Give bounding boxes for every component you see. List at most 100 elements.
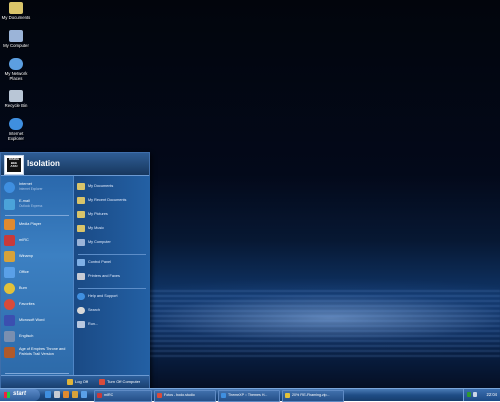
place-label: Printers and Faxes [88,274,120,278]
start-menu: RISING BEE ASS! Isolation Internet Inter… [0,152,150,390]
winamp-icon [4,251,15,262]
wallpaper-clouds [140,290,500,360]
heart-icon [4,299,15,310]
avatar-picture: RISING BEE ASS! [7,157,21,172]
network-tray-icon[interactable] [467,392,471,397]
place-label: My Computer [88,240,111,244]
burn-icon [4,283,15,294]
folder-icon [77,225,85,232]
taskbar-button-label: mIRC [104,393,114,397]
quicklaunch-desktop-icon[interactable] [54,391,60,398]
item-title: Winamp [19,254,33,258]
log-off-label: Log Off [75,379,89,385]
recent-item-burn[interactable]: Burn [4,282,72,296]
place-control-panel[interactable]: Control Panel [77,258,149,268]
recent-item-media-player[interactable]: Media Player [4,218,72,232]
quicklaunch-ie-icon[interactable] [45,391,51,398]
item-title: Englisch [19,334,34,338]
separator [78,254,146,255]
mirc-icon [97,393,102,398]
taskbar-button-fotos[interactable]: Fotos - bodo.studio [154,390,216,402]
recent-item-word[interactable]: Microsoft Word [4,314,72,328]
place-label: My Pictures [88,212,108,216]
quicklaunch-office-icon[interactable] [81,391,87,398]
place-label: My Documents [88,184,114,188]
item-title: Media Player [19,222,42,226]
pinned-item-email[interactable]: E-mail Outlook Express [4,198,72,212]
log-off-button[interactable]: Log Off [67,379,88,387]
internet-explorer-icon [221,393,226,398]
quicklaunch-winamp-icon[interactable] [72,391,78,398]
place-my-music[interactable]: My Music [77,224,149,234]
desktop-icon-my-documents[interactable]: My Documents [1,2,31,20]
user-name: Isolation [27,159,60,168]
mirc-icon [4,235,15,246]
recent-item-favorites[interactable]: Favorites [4,298,72,312]
place-my-pictures[interactable]: My Pictures [77,210,149,220]
control-panel-icon [77,259,85,266]
folder-icon [77,197,85,204]
turn-off-button[interactable]: Turn Off Computer [99,379,140,387]
item-title: Age of Empires Throne and Patriots Trail… [19,347,66,356]
office-icon [4,267,15,278]
avatar[interactable]: RISING BEE ASS! [4,155,24,175]
computer-icon [9,30,23,42]
word-icon [4,315,15,326]
folder-icon [9,2,23,14]
item-title: mIRC [19,238,29,242]
place-label: My Recent Documents [88,198,127,202]
separator [5,373,69,374]
taskbar: start mIRC Fotos - bodo.studio ThemeXP :… [0,388,500,402]
volume-tray-icon[interactable] [473,392,477,397]
pinned-item-internet[interactable]: Internet Internet Explorer [4,181,72,195]
run-icon [77,321,85,328]
taskbar-button-download[interactable]: 20% FIE-Fhaming.zip... [282,390,344,402]
recent-item-winamp[interactable]: Winamp [4,250,72,264]
printer-icon [77,273,85,280]
email-icon [4,199,15,210]
place-recent-documents[interactable]: My Recent Documents [77,196,149,206]
separator [5,215,69,216]
start-button[interactable]: start [0,389,40,401]
network-icon [9,58,23,70]
start-menu-places-pane: My Documents My Recent Documents My Pict… [73,176,150,375]
system-tray: 22:04 [463,389,500,401]
recent-item-office[interactable]: Office [4,266,72,280]
download-icon [285,393,290,398]
firefox-icon [157,393,162,398]
folder-icon [77,211,85,218]
desktop-icon-my-computer[interactable]: My Computer [1,30,31,48]
place-search[interactable]: Search [77,306,149,316]
recent-item-age-of-empires[interactable]: Age of Empires Throne and Patriots Trail… [4,346,72,364]
place-printers-faxes[interactable]: Printers and Faxes [77,272,149,282]
taskbar-button-themexp[interactable]: ThemeXP :: Themes H... [218,390,280,402]
desktop-icon-recycle-bin[interactable]: Recycle Bin [1,90,31,108]
item-title: Burn [19,286,28,290]
place-help-support[interactable]: Help and Support [77,292,149,302]
folder-icon [77,183,85,190]
internet-explorer-icon [9,118,23,130]
place-label: Run... [88,322,99,326]
place-label: Help and Support [88,294,118,298]
item-title: E-mail [19,199,30,203]
recycle-bin-icon [9,90,23,102]
computer-icon [77,239,85,246]
taskbar-button-mirc[interactable]: mIRC [94,390,152,402]
recent-item-englisch[interactable]: Englisch [4,330,72,344]
taskbar-button-label: Fotos - bodo.studio [164,393,195,397]
recent-item-mirc[interactable]: mIRC [4,234,72,248]
quicklaunch-media-icon[interactable] [63,391,69,398]
place-my-documents[interactable]: My Documents [77,182,149,192]
item-subtitle: Outlook Express [19,204,43,208]
desktop-icon-internet-explorer[interactable]: Internet Explorer [1,118,31,141]
age-of-empires-icon [4,347,15,358]
item-title: Office [19,270,29,274]
clock[interactable]: 22:04 [487,392,497,397]
place-run[interactable]: Run... [77,320,149,330]
item-title: Favorites [19,302,35,306]
place-my-computer[interactable]: My Computer [77,238,149,248]
separator [78,288,146,289]
help-icon [77,293,85,300]
item-title: Microsoft Word [19,318,45,322]
desktop-icon-network-places[interactable]: My Network Places [1,58,31,81]
